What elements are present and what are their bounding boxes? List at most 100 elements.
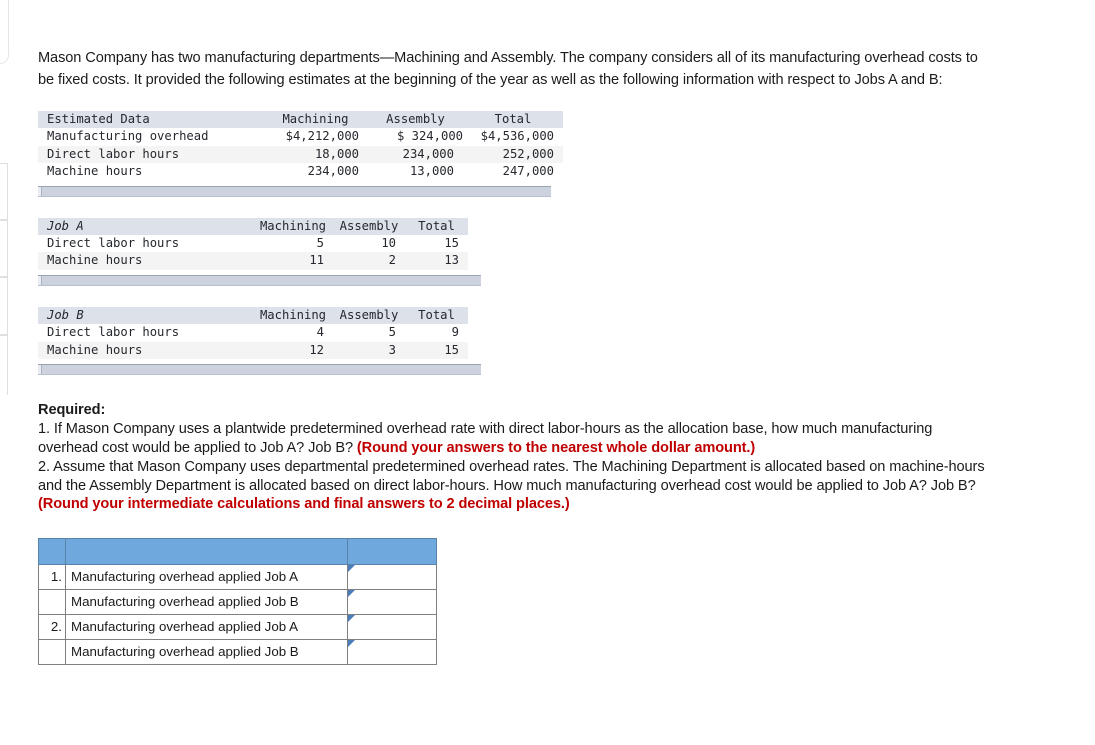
cell-machining: 12 xyxy=(309,342,324,357)
table-header-row: Job B Machining Assembly Total xyxy=(38,306,468,325)
row-label: Machine hours xyxy=(47,342,143,357)
cell-assembly: 13,000 xyxy=(409,164,454,179)
cell-machining: 5 xyxy=(316,236,324,251)
table-header-row: Estimated Data Machining Assembly Total xyxy=(38,111,563,129)
estimated-data-table: Estimated Data Machining Assembly Total … xyxy=(38,111,563,181)
row-label: Machine hours xyxy=(47,164,143,179)
table-row: Machine hours 12 3 15 xyxy=(38,341,468,360)
cell-flag-icon xyxy=(348,589,355,597)
job-b-title: Job B xyxy=(47,307,84,322)
row-label: Direct labor hours xyxy=(47,325,180,340)
answer-input-1b[interactable] xyxy=(349,590,435,613)
estimated-data-title: Estimated Data xyxy=(47,112,150,126)
row-number xyxy=(38,638,66,665)
cell-assembly: 5 xyxy=(388,325,396,340)
answer-row-1a: 1. Manufacturing overhead applied Job A xyxy=(38,563,437,590)
column-header-total: Total xyxy=(494,112,532,126)
header-cell-number xyxy=(38,537,66,565)
scrollbar-thumb[interactable] xyxy=(38,275,42,285)
cell-machining: 11 xyxy=(309,253,324,268)
cell-flag-icon xyxy=(348,564,355,572)
required-section: Required: 1. If Mason Company uses a pla… xyxy=(38,401,986,513)
job-a-title: Job A xyxy=(47,218,84,233)
question-2-rounding-note: (Round your intermediate calculations an… xyxy=(38,496,570,513)
scrollbar-thumb[interactable] xyxy=(38,365,42,375)
column-header-total: Total xyxy=(418,218,455,233)
cell-total: 15 xyxy=(444,342,459,357)
column-header-assembly: Assembly xyxy=(339,307,399,322)
cell-total: 13 xyxy=(444,253,459,268)
job-a-table: Job A Machining Assembly Total Direct la… xyxy=(38,217,468,270)
column-header-total: Total xyxy=(418,307,455,322)
cell-total: 247,000 xyxy=(502,164,554,179)
column-header-machining: Machining xyxy=(259,218,327,233)
required-question-1: 1. If Mason Company uses a plantwide pre… xyxy=(38,420,986,457)
cell-assembly: 10 xyxy=(381,236,396,251)
row-label: Direct labor hours xyxy=(47,236,180,251)
problem-page: Mason Company has two manufacturing depa… xyxy=(38,0,1058,665)
cell-flag-icon xyxy=(348,639,355,647)
row-label: Manufacturing overhead applied Job B xyxy=(65,638,348,665)
row-label: Machine hours xyxy=(47,253,143,268)
cell-assembly: 3 xyxy=(388,342,396,357)
table-row: Manufacturing overhead $4,212,000 $ 324,… xyxy=(38,128,563,146)
table-row: Machine hours 234,000 13,000 247,000 xyxy=(38,163,563,181)
table-header-row: Job A Machining Assembly Total xyxy=(38,217,468,236)
cell-machining: 234,000 xyxy=(307,164,359,179)
header-cell-value xyxy=(347,537,437,565)
column-header-machining: Machining xyxy=(259,307,327,322)
table-row: Direct labor hours 5 10 15 xyxy=(38,235,468,253)
answer-row-2a: 2. Manufacturing overhead applied Job A xyxy=(38,613,437,640)
answer-input-2a[interactable] xyxy=(349,615,435,638)
question-1-rounding-note: (Round your answers to the nearest whole… xyxy=(356,439,756,456)
required-heading: Required: xyxy=(38,402,106,419)
row-label: Manufacturing overhead applied Job B xyxy=(65,588,348,615)
answer-input-cell-2b[interactable] xyxy=(347,638,437,665)
horizontal-scrollbar[interactable] xyxy=(38,364,481,376)
row-label: Manufacturing overhead applied Job A xyxy=(65,613,348,640)
answer-input-cell-2a[interactable] xyxy=(347,613,437,640)
left-edge-table-fragment-1 xyxy=(0,163,8,221)
answer-row-2b: Manufacturing overhead applied Job B xyxy=(38,638,437,665)
row-label: Manufacturing overhead applied Job A xyxy=(65,563,348,590)
table-row: Machine hours 11 2 13 xyxy=(38,252,468,270)
job-b-table: Job B Machining Assembly Total Direct la… xyxy=(38,306,468,360)
left-edge-table-fragment-4 xyxy=(0,334,8,395)
answer-table: 1. Manufacturing overhead applied Job A … xyxy=(38,537,437,665)
table-row: Direct labor hours 4 5 9 xyxy=(38,324,468,342)
scrollbar-thumb[interactable] xyxy=(38,186,42,196)
answer-table-container: 1. Manufacturing overhead applied Job A … xyxy=(38,537,1058,665)
left-edge-rounded-fragment xyxy=(0,0,9,64)
cell-total: 252,000 xyxy=(502,146,554,161)
row-label: Direct labor hours xyxy=(47,146,180,161)
required-question-2: 2. Assume that Mason Company uses depart… xyxy=(38,458,986,513)
row-number xyxy=(38,588,66,615)
row-number: 2. xyxy=(38,613,66,640)
row-label: Manufacturing overhead xyxy=(47,129,209,144)
cell-assembly: $ 324,000 xyxy=(396,129,463,144)
cell-machining: $4,212,000 xyxy=(285,129,359,144)
left-edge-table-fragment-3 xyxy=(0,276,8,336)
cell-machining: 4 xyxy=(316,325,324,340)
row-number: 1. xyxy=(38,563,66,590)
header-cell-label xyxy=(65,537,348,565)
answer-input-2b[interactable] xyxy=(349,640,435,663)
answer-row-1b: Manufacturing overhead applied Job B xyxy=(38,588,437,615)
column-header-assembly: Assembly xyxy=(386,112,445,126)
answer-input-cell-1a[interactable] xyxy=(347,563,437,590)
table-row: Direct labor hours 18,000 234,000 252,00… xyxy=(38,145,563,164)
horizontal-scrollbar[interactable] xyxy=(38,274,481,286)
answer-table-header-row xyxy=(38,537,437,565)
answer-input-cell-1b[interactable] xyxy=(347,588,437,615)
estimated-data-table-container: Estimated Data Machining Assembly Total … xyxy=(38,111,1058,197)
job-a-table-container: Job A Machining Assembly Total Direct la… xyxy=(38,217,1058,286)
question-2-text: 2. Assume that Mason Company uses depart… xyxy=(38,459,985,494)
horizontal-scrollbar[interactable] xyxy=(38,185,551,197)
problem-intro-text: Mason Company has two manufacturing depa… xyxy=(38,50,978,88)
left-edge-table-fragment-2 xyxy=(0,219,8,278)
cell-total: $4,536,000 xyxy=(480,129,554,144)
cell-total: 15 xyxy=(444,236,459,251)
answer-input-1a[interactable] xyxy=(349,565,435,588)
cell-assembly: 234,000 xyxy=(402,146,454,161)
column-header-assembly: Assembly xyxy=(339,218,399,233)
